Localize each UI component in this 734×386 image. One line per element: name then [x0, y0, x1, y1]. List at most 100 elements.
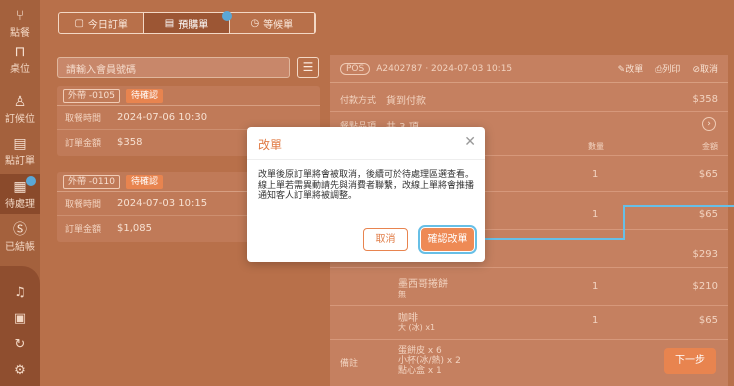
detail-header: POS A2402787 · 2024-07-03 10:15 ✎改單 ⎙列印 …	[330, 55, 728, 83]
column-header-amount: 金額	[702, 141, 718, 151]
order-amount: $1,085	[117, 222, 152, 234]
divider	[330, 111, 728, 112]
item-qty: 1	[592, 208, 599, 220]
note-icon: ▤	[13, 136, 27, 152]
settings-icon[interactable]: ⚙	[0, 358, 40, 384]
cancel-icon: ⊘	[692, 65, 700, 75]
sidebar-item-reserve[interactable]: ♙ 訂候位	[0, 94, 40, 126]
pos-tag: POS	[340, 62, 371, 75]
close-icon[interactable]: ✕	[464, 134, 476, 150]
pickup-time: 2024-07-06 10:30	[117, 112, 208, 123]
field-label: 取餐時間	[65, 114, 102, 124]
pickup-time: 2024-07-03 10:15	[117, 198, 208, 209]
sidebar: ⑂ 點餐 ⊓ 桌位 ♙ 訂候位 ▤ 點訂單 ▦ 待處理 Ⓢ 已結帳 ♫ ▣ ↻ …	[0, 0, 40, 386]
sidebar-tools: ♫ ▣ ↻ ⚙	[0, 266, 40, 386]
sidebar-item-preorder[interactable]: ▤ 點訂單	[0, 136, 40, 168]
sidebar-item-label: 訂候位	[5, 114, 35, 125]
sidebar-item-label: 桌位	[10, 64, 30, 75]
detail-actions: ✎改單 ⎙列印 ⊘取消	[618, 62, 718, 75]
search-input[interactable]: 請輸入會員號碼	[57, 57, 290, 78]
dollar-icon: Ⓢ	[13, 222, 27, 238]
tab-label: 等候單	[263, 19, 294, 31]
item-amount: $65	[698, 208, 718, 220]
order-amount: $358	[117, 136, 143, 148]
edit-order-dialog: 改單 ✕ 改單後原訂單將會被取消，後續可於待處理區選查看。 線上單若需異動請先與…	[247, 127, 485, 262]
action-label: 取消	[699, 65, 718, 75]
item-amount: $65	[698, 168, 718, 180]
divider	[247, 159, 485, 160]
sidebar-item-label: 待處理	[5, 199, 35, 210]
list-icon: ▤	[164, 17, 175, 29]
field-label: 取餐時間	[65, 200, 102, 210]
cashier-icon[interactable]: ▣	[0, 306, 40, 332]
print-action[interactable]: ⎙列印	[655, 62, 680, 75]
sync-icon[interactable]: ↻	[0, 332, 40, 358]
remark-line: 蛋餅皮 x 6	[398, 346, 442, 356]
item-row: 咖啡 大 (冰) x1 1 $65	[330, 307, 728, 337]
field-label: 訂單金額	[65, 224, 102, 235]
tab-label: 今日訂單	[87, 19, 128, 31]
next-step-button[interactable]: 下一步	[664, 348, 716, 374]
tab-label: 預購單	[178, 19, 209, 31]
order-tabs: ▢ 今日訂單 ▤ 預購單 ◷ 等候單	[58, 11, 316, 34]
cancel-order-action[interactable]: ⊘取消	[692, 62, 718, 75]
sidebar-item-label: 點訂單	[5, 156, 35, 167]
status-badge: 待確認	[126, 88, 164, 103]
calendar-icon: ▢	[74, 17, 84, 29]
sidebar-item-order[interactable]: ⑂ 點餐	[0, 8, 40, 39]
utensils-icon: ⑂	[15, 8, 25, 24]
order-type-tag: 外帶 -0110	[63, 174, 121, 189]
action-label: 改單	[625, 65, 644, 75]
clock-icon: ◷	[250, 17, 260, 29]
payment-amount: $358	[692, 93, 718, 105]
item-qty: 1	[592, 281, 599, 292]
edit-order-action[interactable]: ✎改單	[618, 62, 644, 75]
remark-line: 小杯(冰/熱) x 2	[398, 356, 461, 366]
filter-button[interactable]: ☰	[297, 57, 319, 78]
divider	[330, 339, 728, 340]
tab-today[interactable]: ▢ 今日訂單	[59, 13, 145, 33]
item-qty: 1	[592, 315, 599, 326]
tab-preorder[interactable]: ▤ 預購單	[144, 13, 230, 33]
item-amount: $210	[692, 281, 718, 292]
item-note: 無	[398, 290, 406, 299]
item-qty: 1	[592, 168, 599, 180]
payment-method: 貨到付款	[386, 95, 426, 107]
payment-row: 付款方式 貨到付款 $358	[330, 89, 728, 109]
field-label: 付款方式	[340, 95, 377, 106]
item-note: 大 (冰) x1	[398, 323, 436, 332]
sidebar-item-label: 已結帳	[5, 242, 35, 253]
cancel-button[interactable]: 取消	[363, 228, 408, 251]
expand-button[interactable]: ›	[702, 117, 716, 131]
person-icon: ♙	[13, 94, 27, 110]
action-label: 列印	[662, 65, 681, 75]
tab-waiting[interactable]: ◷ 等候單	[230, 13, 315, 33]
field-label: 訂單金額	[65, 138, 102, 149]
chevron-right-icon: ›	[707, 119, 711, 129]
item-amount: $293	[692, 248, 718, 260]
sidebar-item-paid[interactable]: Ⓢ 已結帳	[0, 222, 40, 254]
sidebar-item-table[interactable]: ⊓ 桌位	[0, 44, 40, 76]
notification-dot	[26, 176, 36, 186]
sidebar-item-pending[interactable]: ▦ 待處理	[0, 174, 40, 214]
table-icon: ⊓	[14, 44, 26, 60]
dialog-title: 改單	[258, 138, 283, 152]
order-type-tag: 外帶 -0105	[63, 88, 121, 103]
order-info: A2402787 · 2024-07-03 10:15	[376, 63, 513, 74]
status-badge: 待確認	[126, 174, 164, 189]
bell-icon[interactable]: ♫	[0, 280, 40, 306]
dialog-message: 線上單若需異動請先與消費者聯繫，改線上單將會推播通知客人訂單將被調整。	[258, 180, 475, 202]
divider	[330, 267, 728, 268]
filter-icon: ☰	[302, 60, 314, 74]
remark-line: 點心盒 x 1	[398, 366, 442, 376]
divider	[330, 305, 728, 306]
item-amount: $65	[698, 315, 718, 326]
tab-notification-dot	[222, 11, 232, 21]
column-header-qty: 數量	[588, 141, 604, 151]
confirm-edit-button[interactable]: 確認改單	[418, 225, 477, 254]
order-card-header: 外帶 -0105 待確認	[57, 86, 320, 106]
dialog-body: 改單後原訂單將會被取消，後續可於待處理區選查看。 線上單若需異動請先與消費者聯繫…	[258, 170, 474, 202]
dialog-message: 改單後原訂單將會被取消，後續可於待處理區選查看。	[258, 170, 475, 180]
remark-list: 蛋餅皮 x 6 小杯(冰/熱) x 2 點心盒 x 1	[398, 346, 461, 376]
field-label: 備註	[340, 358, 359, 369]
